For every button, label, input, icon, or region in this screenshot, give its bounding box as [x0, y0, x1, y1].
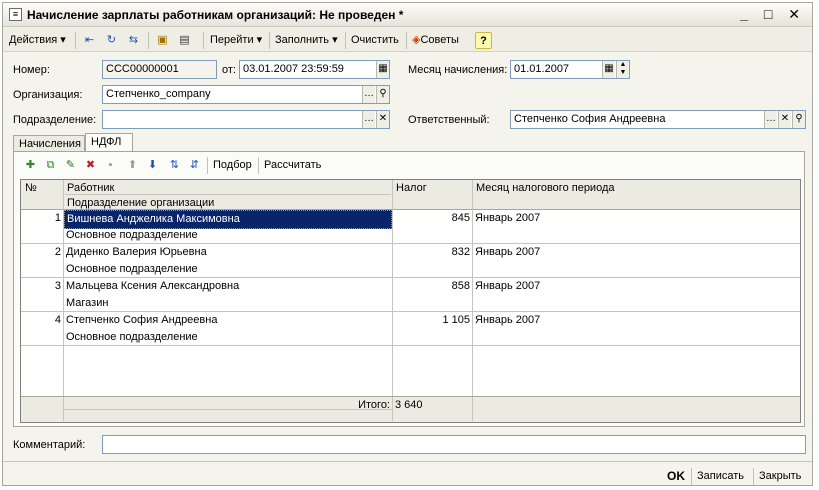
month-cell[interactable]: Январь 2007 — [473, 244, 542, 261]
dept-label: Подразделение: — [13, 114, 97, 126]
goto-menu[interactable]: Перейти ▾ — [208, 32, 264, 49]
actions-menu[interactable]: Действия ▾ — [7, 32, 68, 49]
table-row[interactable]: 2 Диденко Валерия Юрьевна Основное подра… — [21, 244, 800, 278]
refresh-icon[interactable]: ↻ — [103, 32, 120, 49]
department-cell[interactable]: Основное подразделение — [64, 261, 200, 278]
structure-icon[interactable]: ▤ — [176, 32, 193, 49]
department-cell[interactable]: Основное подразделение — [64, 227, 200, 244]
number-label: Номер: — [13, 64, 50, 76]
row-num: 4 — [54, 314, 61, 326]
comment-field[interactable] — [102, 435, 806, 454]
open-search-icon[interactable]: ⚲ — [376, 86, 389, 103]
date-field[interactable]: 03.01.2007 23:59:59 ▦ — [239, 60, 390, 79]
tab-ndfl[interactable]: НДФЛ — [85, 133, 133, 152]
calendar-icon[interactable]: ▦ — [602, 61, 615, 78]
title-bar: ≡ Начисление зарплаты работникам организ… — [3, 3, 812, 27]
row-num: 1 — [54, 212, 61, 224]
org-field[interactable]: Степченко_company … ⚲ — [102, 85, 390, 104]
header-tax[interactable]: Налог — [394, 180, 429, 197]
window-controls[interactable]: _ □ ✕ — [740, 6, 806, 23]
delete-row-icon[interactable]: ✖ — [82, 157, 99, 174]
save-button[interactable]: Записать — [697, 467, 744, 485]
tax-cell[interactable]: 858 — [393, 278, 472, 295]
month-label: Месяц начисления: — [408, 64, 508, 76]
post-document-icon[interactable]: ▣ — [154, 32, 171, 49]
ndfl-table: № Работник Подразделение организации Нал… — [20, 179, 801, 423]
edit-row-icon[interactable]: ✎ — [62, 157, 79, 174]
sort-desc-icon[interactable]: ⇵ — [186, 157, 203, 174]
ok-button[interactable]: OK — [667, 467, 685, 485]
help-icon[interactable]: ? — [475, 32, 492, 49]
copy-row-icon[interactable]: ⧉ — [42, 157, 59, 174]
responsible-field[interactable]: Степченко София Андреевна … ✕ ⚲ — [510, 110, 806, 129]
table-row[interactable]: 1 Вишнева Анджелика Максимовна Основное … — [21, 210, 800, 244]
total-value: 3 640 — [395, 399, 423, 411]
table-row[interactable]: 3 Мальцева Ксения Александровна Магазин … — [21, 278, 800, 312]
number-field[interactable]: ССС00000001 — [102, 60, 217, 79]
select-button[interactable]: Подбор — [213, 159, 252, 171]
row-num: 2 — [54, 246, 61, 258]
end-edit-icon[interactable]: ▪ — [102, 157, 119, 174]
comment-label: Комментарий: — [13, 439, 86, 451]
move-down-icon[interactable]: ⬇ — [144, 157, 161, 174]
toolbar: Действия ▾ ⇤ ↻ ⇆ ▣ ▤ Перейти ▾ Заполнить… — [3, 28, 812, 52]
header-num: № — [25, 182, 37, 194]
sort-asc-icon[interactable]: ⇅ — [166, 157, 183, 174]
month-cell[interactable]: Январь 2007 — [473, 210, 542, 227]
row-num: 3 — [54, 280, 61, 292]
window-title: Начисление зарплаты работникам организац… — [27, 8, 404, 22]
select-ellipsis-icon[interactable]: … — [362, 111, 375, 128]
open-search-icon[interactable]: ⚲ — [792, 111, 805, 128]
arrow-left-icon[interactable]: ⇤ — [81, 32, 98, 49]
department-cell[interactable]: Основное подразделение — [64, 329, 200, 346]
dept-field[interactable]: … ✕ — [102, 110, 390, 129]
month-cell[interactable]: Январь 2007 — [473, 278, 542, 295]
spin-icon[interactable]: ▲ ▼ — [616, 61, 629, 78]
ndfl-panel: ✚ ⧉ ✎ ✖ ▪ ⬆ ⬇ ⇅ ⇵ Подбор Рассчитать № Ра… — [13, 151, 805, 427]
document-window: ≡ Начисление зарплаты работникам организ… — [2, 2, 813, 486]
tax-cell[interactable]: 832 — [393, 244, 472, 261]
table-header: № Работник Подразделение организации Нал… — [21, 180, 800, 210]
add-row-icon[interactable]: ✚ — [22, 157, 39, 174]
clear-button[interactable]: Очистить — [349, 32, 401, 49]
responsible-label: Ответственный: — [408, 114, 490, 126]
tax-cell[interactable]: 845 — [393, 210, 472, 227]
employee-cell[interactable]: Степченко София Андреевна — [64, 312, 219, 329]
table-row[interactable]: 4 Степченко София Андреевна Основное под… — [21, 312, 800, 346]
month-cell[interactable]: Январь 2007 — [473, 312, 542, 329]
document-icon: ≡ — [9, 8, 22, 21]
total-label: Итого: — [358, 399, 390, 411]
calendar-icon[interactable]: ▦ — [376, 61, 389, 78]
header-month[interactable]: Месяц налогового периода — [474, 180, 617, 197]
select-ellipsis-icon[interactable]: … — [764, 111, 777, 128]
table-footer: Итого: 3 640 — [21, 396, 800, 422]
close-button[interactable]: Закрыть — [759, 467, 801, 485]
fill-menu[interactable]: Заполнить ▾ — [273, 32, 340, 49]
tips-button[interactable]: ◈Советы — [410, 32, 461, 49]
tab-accruals[interactable]: Начисления — [13, 135, 85, 152]
swap-icon[interactable]: ⇆ — [125, 32, 142, 49]
department-cell[interactable]: Магазин — [64, 295, 110, 312]
clear-x-icon[interactable]: ✕ — [778, 111, 791, 128]
month-field[interactable]: 01.01.2007 ▦ ▲ ▼ — [510, 60, 630, 79]
select-ellipsis-icon[interactable]: … — [362, 86, 375, 103]
employee-cell[interactable]: Мальцева Ксения Александровна — [64, 278, 241, 295]
org-label: Организация: — [13, 89, 83, 101]
move-up-icon[interactable]: ⬆ — [124, 157, 141, 174]
calculate-button[interactable]: Рассчитать — [264, 159, 321, 171]
date-from-label: от: — [222, 64, 236, 76]
employee-cell[interactable]: Диденко Валерия Юрьевна — [64, 244, 209, 261]
tax-cell[interactable]: 1 105 — [393, 312, 472, 329]
clear-x-icon[interactable]: ✕ — [376, 111, 389, 128]
